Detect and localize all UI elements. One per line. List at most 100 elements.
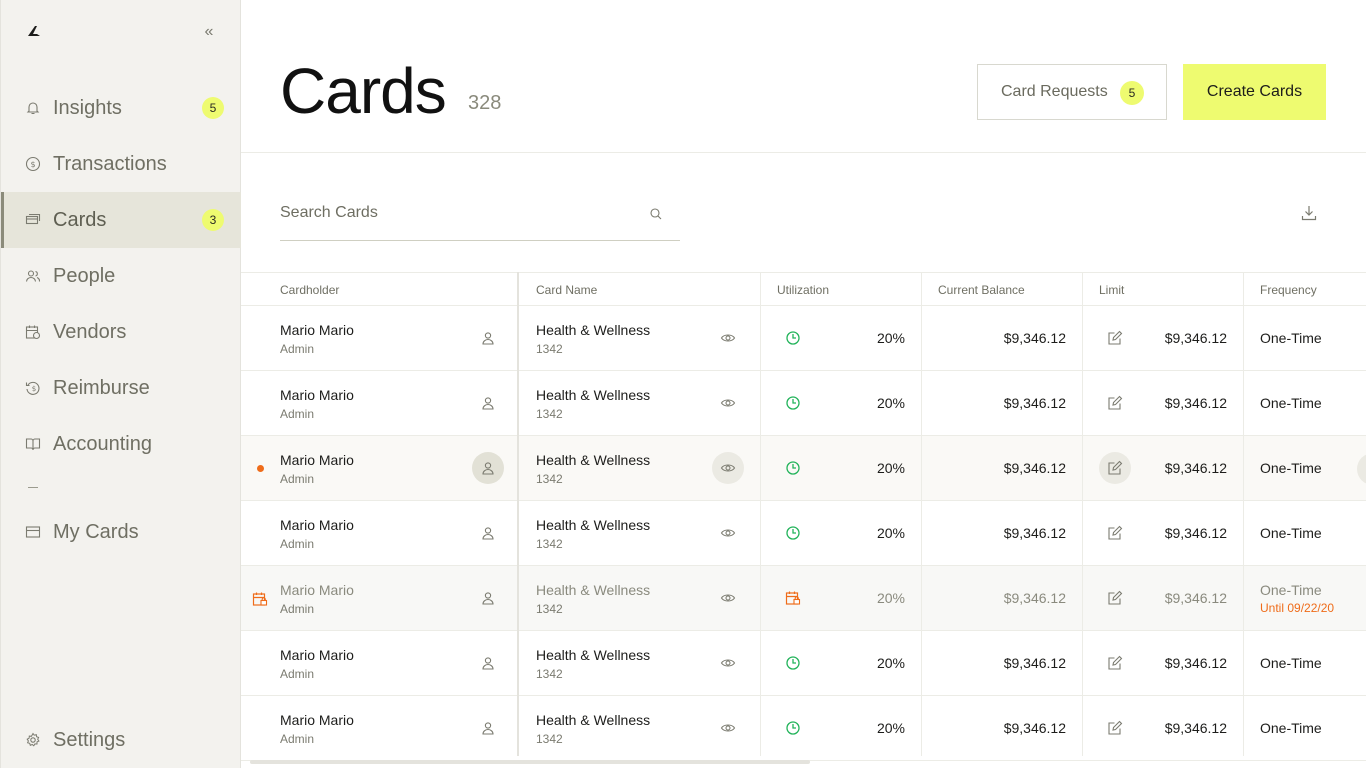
edit-icon[interactable] bbox=[1107, 720, 1123, 736]
edit-icon[interactable] bbox=[1107, 590, 1123, 606]
card-number: 1342 bbox=[536, 667, 563, 681]
sidebar-item-label: Reimburse bbox=[53, 376, 150, 399]
user-icon[interactable] bbox=[480, 525, 496, 541]
cardholder-role: Admin bbox=[280, 602, 315, 616]
eye-icon[interactable] bbox=[720, 460, 736, 476]
cardholder-name: Mario Mario bbox=[280, 647, 354, 663]
limit-value: $9,346.12 bbox=[1164, 460, 1227, 476]
column-divider bbox=[921, 272, 922, 756]
search-icon[interactable] bbox=[648, 206, 664, 222]
column-header-card-name[interactable]: Card Name bbox=[536, 283, 597, 297]
sidebar-item-insights[interactable]: Insights 5 bbox=[1, 80, 241, 136]
card-name: Health & Wellness bbox=[536, 517, 651, 533]
people-icon bbox=[25, 270, 41, 282]
utilization-value: 20% bbox=[876, 720, 905, 736]
eye-icon[interactable] bbox=[720, 720, 736, 736]
user-icon[interactable] bbox=[480, 590, 496, 606]
search-input[interactable]: Search Cards bbox=[280, 195, 680, 241]
card-name: Health & Wellness bbox=[536, 452, 651, 468]
insights-count-badge: 5 bbox=[202, 97, 224, 119]
sidebar-item-reimburse[interactable]: $ Reimburse bbox=[1, 360, 241, 416]
user-icon[interactable] bbox=[480, 395, 496, 411]
column-divider[interactable] bbox=[517, 272, 519, 756]
cards-icon bbox=[25, 213, 41, 225]
column-header-current-balance[interactable]: Current Balance bbox=[938, 283, 1025, 297]
status-dot bbox=[257, 465, 264, 472]
user-icon[interactable] bbox=[480, 330, 496, 346]
sidebar-item-cards[interactable]: Cards 3 bbox=[1, 192, 241, 248]
edit-icon[interactable] bbox=[1107, 655, 1123, 671]
sidebar-item-settings[interactable]: Settings bbox=[1, 712, 241, 768]
current-balance: $9,346.12 bbox=[1003, 525, 1066, 541]
sidebar-item-accounting[interactable]: Accounting bbox=[1, 416, 241, 472]
current-balance: $9,346.12 bbox=[1003, 395, 1066, 411]
eye-icon[interactable] bbox=[720, 590, 736, 606]
sidebar-item-transactions[interactable]: $ Transactions bbox=[1, 136, 241, 192]
table-row[interactable]: Mario Mario Admin Health & Wellness 1342 20%… bbox=[241, 631, 1366, 696]
edit-icon[interactable] bbox=[1107, 395, 1123, 411]
download-icon[interactable] bbox=[1300, 204, 1318, 222]
sidebar-item-label: Accounting bbox=[53, 432, 152, 455]
user-icon[interactable] bbox=[480, 720, 496, 736]
edit-icon[interactable] bbox=[1107, 460, 1123, 476]
column-header-utilization[interactable]: Utilization bbox=[777, 283, 829, 297]
collapse-sidebar-icon[interactable]: « bbox=[199, 22, 219, 42]
frequency-value: One-Time bbox=[1260, 525, 1322, 541]
utilization-value: 20% bbox=[876, 395, 905, 411]
utilization-pie-icon bbox=[785, 655, 801, 671]
eye-icon[interactable] bbox=[720, 330, 736, 346]
edit-icon[interactable] bbox=[1107, 525, 1123, 541]
sidebar-item-label: Transactions bbox=[53, 152, 167, 175]
limit-value: $9,346.12 bbox=[1164, 720, 1227, 736]
sidebar-item-label: Settings bbox=[53, 728, 126, 751]
user-icon[interactable] bbox=[480, 460, 496, 476]
table-row[interactable]: Mario Mario Admin Health & Wellness 1342 20%… bbox=[241, 371, 1366, 436]
column-divider bbox=[760, 272, 761, 756]
column-header-limit[interactable]: Limit bbox=[1099, 283, 1124, 297]
cardholder-name: Mario Mario bbox=[280, 452, 354, 468]
eye-icon[interactable] bbox=[720, 525, 736, 541]
current-balance: $9,346.12 bbox=[1003, 720, 1066, 736]
cardholder-name: Mario Mario bbox=[280, 322, 354, 338]
logo-icon[interactable] bbox=[25, 22, 43, 40]
utilization-pie-icon bbox=[785, 330, 801, 346]
svg-text:$: $ bbox=[32, 385, 36, 393]
create-cards-button[interactable]: Create Cards bbox=[1183, 64, 1326, 120]
current-balance: $9,346.12 bbox=[1003, 590, 1066, 606]
horizontal-scrollbar[interactable] bbox=[250, 760, 810, 764]
limit-value: $9,346.12 bbox=[1164, 525, 1227, 541]
frequency-value: One-Time bbox=[1260, 330, 1322, 346]
card-name: Health & Wellness bbox=[536, 647, 651, 663]
vendor-calendar-icon bbox=[25, 325, 41, 340]
table-row[interactable]: Mario Mario Admin Health & Wellness 1342 20%… bbox=[241, 306, 1366, 371]
table-row[interactable]: Mario Mario Admin Health & Wellness 1342 20%… bbox=[241, 566, 1366, 631]
column-header-cardholder[interactable]: Cardholder bbox=[280, 283, 339, 297]
card-requests-button[interactable]: Card Requests 5 bbox=[977, 64, 1167, 120]
limit-value: $9,346.12 bbox=[1164, 655, 1227, 671]
table-row[interactable]: Mario Mario Admin Health & Wellness 1342 20%… bbox=[241, 696, 1366, 761]
sidebar-item-label: My Cards bbox=[53, 520, 139, 543]
cardholder-name: Mario Mario bbox=[280, 517, 354, 533]
table-row[interactable]: Mario Mario Admin Health & Wellness 1342 20%… bbox=[241, 501, 1366, 566]
sidebar-item-my-cards[interactable]: My Cards bbox=[1, 504, 241, 560]
eye-icon[interactable] bbox=[720, 395, 736, 411]
cards-total-count: 328 bbox=[468, 92, 502, 114]
bell-icon bbox=[26, 102, 40, 115]
edit-icon[interactable] bbox=[1107, 330, 1123, 346]
sidebar-item-people[interactable]: People bbox=[1, 248, 241, 304]
card-number: 1342 bbox=[536, 407, 563, 421]
gear-icon bbox=[26, 732, 40, 747]
book-icon bbox=[25, 438, 41, 451]
eye-icon[interactable] bbox=[720, 655, 736, 671]
cardholder-role: Admin bbox=[280, 342, 315, 356]
table-header: Cardholder Card Name Utilization Current… bbox=[241, 272, 1366, 306]
utilization-value: 20% bbox=[876, 525, 905, 541]
cardholder-role: Admin bbox=[280, 537, 315, 551]
page-title: Cards bbox=[280, 55, 447, 127]
column-header-frequency[interactable]: Frequency bbox=[1260, 283, 1317, 297]
cardholder-role: Admin bbox=[280, 407, 315, 421]
user-icon[interactable] bbox=[480, 655, 496, 671]
sidebar: « Insights 5 $ Transactions Cards 3 Peop… bbox=[0, 0, 241, 768]
sidebar-item-vendors[interactable]: Vendors bbox=[1, 304, 241, 360]
table-row[interactable]: Mario Mario Admin Health & Wellness 1342 20%… bbox=[241, 436, 1366, 501]
